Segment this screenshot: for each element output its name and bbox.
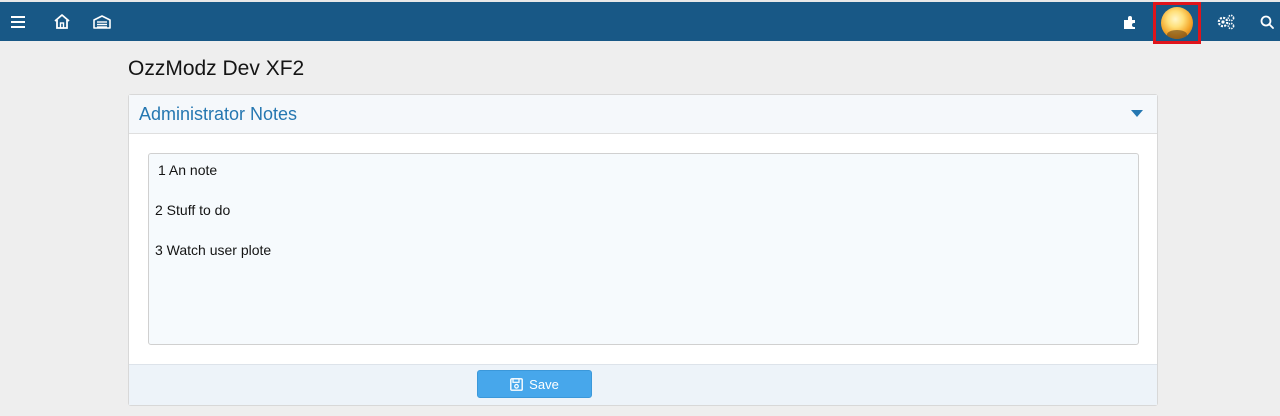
save-icon: [510, 377, 524, 391]
note-line: 3 Watch user plote: [155, 242, 272, 258]
collapse-toggle-icon[interactable]: [1131, 110, 1143, 117]
administrator-notes-header[interactable]: Administrator Notes: [129, 95, 1157, 134]
note-line: 2 Stuff to do: [155, 202, 231, 218]
search-icon[interactable]: [1258, 2, 1276, 41]
avatar-highlight-box[interactable]: [1153, 2, 1201, 44]
home-icon[interactable]: [52, 2, 72, 41]
administrator-notes-block: Administrator Notes 1 An note 2 Stuff to…: [128, 94, 1158, 406]
cogs-icon[interactable]: [1214, 2, 1238, 41]
top-navigation-bar: [0, 0, 1280, 44]
garage-icon[interactable]: [91, 2, 113, 41]
avatar[interactable]: [1161, 7, 1193, 39]
menu-icon[interactable]: [8, 2, 28, 41]
puzzle-icon[interactable]: [1120, 2, 1140, 41]
save-button-label: Save: [529, 376, 559, 392]
administrator-notes-title: Administrator Notes: [139, 104, 298, 124]
notes-textarea[interactable]: 1 An note 2 Stuff to do 3 Watch user plo…: [148, 153, 1139, 345]
save-button[interactable]: Save: [477, 370, 592, 398]
page-title: OzzModz Dev XF2: [128, 57, 305, 80]
note-line: 1 An note: [158, 162, 218, 178]
form-footer: Save: [129, 364, 1157, 405]
